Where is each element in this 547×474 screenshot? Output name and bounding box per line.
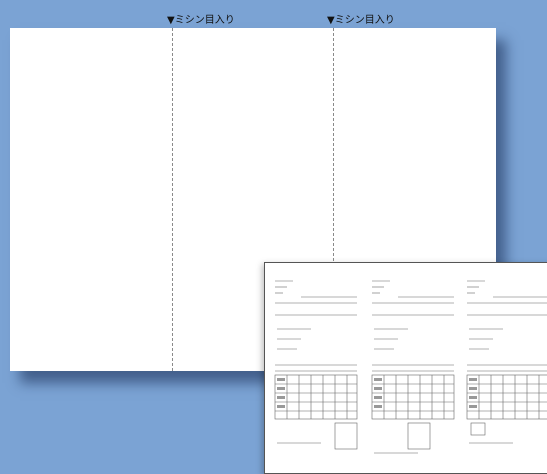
perforation-line-1: [172, 28, 173, 371]
perforation-label-1: ▼ミシン目入り: [167, 15, 235, 26]
slip-thumbnail-2: [368, 273, 458, 463]
perforation-label-2: ▼ミシン目入り: [327, 15, 395, 26]
printed-sample-preview: [264, 262, 547, 474]
slip-thumbnail-1: [271, 273, 361, 463]
slip-thumbnail-3: [463, 273, 547, 463]
